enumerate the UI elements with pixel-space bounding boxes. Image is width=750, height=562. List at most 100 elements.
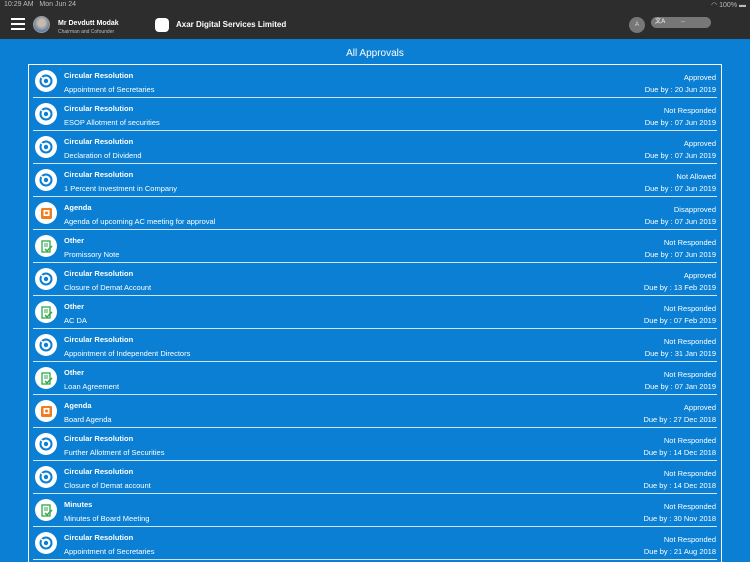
approval-status: Not Responded [663,436,716,445]
circular-icon [35,169,57,191]
approval-due-date: Due by : 31 Jan 2019 [644,349,716,358]
approval-status: Not Responded [663,337,716,346]
agenda-icon [35,202,57,224]
approval-type: Circular Resolution [64,104,134,113]
approval-type: Circular Resolution [64,434,134,443]
approval-title: 1 Percent Investment in Company [64,184,177,193]
status-date: Mon Jun 24 [39,1,77,8]
approval-row[interactable]: Circular Resolution Closure of Demat acc… [33,461,717,494]
approval-due-date: Due by : 14 Dec 2018 [643,481,716,490]
approval-type: Other [64,302,85,311]
user-avatar[interactable] [33,16,50,33]
approval-row[interactable]: Circular Resolution Closure of Demat Acc… [33,263,717,296]
approval-due-date: Due by : 07 Jun 2019 [644,250,716,259]
approval-row[interactable]: Circular Resolution ESOP Allotment of se… [33,98,717,131]
agenda-icon [35,400,57,422]
wifi-icon: ◠ [711,2,718,9]
approval-status: Not Responded [663,304,716,313]
approval-row[interactable]: Other Loan Agreement Not Responded Due b… [33,362,717,395]
approval-row[interactable]: Circular Resolution Appointment of Secre… [33,65,717,98]
language-selector[interactable]: 文A -- [651,17,711,28]
user-role: Chairman and Cofounder [58,29,115,35]
approval-status: Approved [683,73,716,82]
status-bar: 10:29 AM Mon Jun 24 ◠ 100% ▬ [0,0,750,10]
approval-due-date: Due by : 07 Jun 2019 [644,184,716,193]
app-header: Mr Devdutt Modak Chairman and Cofounder … [0,10,750,39]
approval-due-date: Due by : 07 Jun 2019 [644,118,716,127]
battery-level: 100% [719,2,738,9]
approval-type: Other [64,368,85,377]
circular-icon [35,433,57,455]
approval-type: Circular Resolution [64,170,134,179]
other-icon [35,499,57,521]
approval-row[interactable]: Agenda Board Agenda Approved Due by : 27… [33,395,717,428]
approval-row[interactable]: Minutes Minutes of Board Meeting Not Res… [33,494,717,527]
circular-icon [35,532,57,554]
approval-row[interactable]: Circular Resolution Declaration of Divid… [33,131,717,164]
approval-title: Loan Agreement [64,382,120,391]
circular-icon [35,136,57,158]
approval-type: Circular Resolution [64,71,134,80]
approval-type: Agenda [64,401,92,410]
approval-row[interactable]: Circular Resolution 1 Percent Investment… [33,164,717,197]
approval-due-date: Due by : 20 Jun 2019 [644,85,716,94]
approval-due-date: Due by : 30 Nov 2018 [643,514,716,523]
approval-type: Agenda [64,203,92,212]
approval-status: Not Allowed [676,172,716,181]
other-icon [35,235,57,257]
company-name[interactable]: Axar Digital Services Limited [176,20,286,29]
approval-due-date: Due by : 21 Aug 2018 [643,547,716,556]
approval-title: Further Allotment of Securities [64,448,165,457]
approval-title: AC DA [64,316,87,325]
other-icon [35,367,57,389]
circular-icon [35,268,57,290]
approval-title: Minutes of Board Meeting [64,514,150,523]
approval-due-date: Due by : 07 Jan 2019 [644,382,716,391]
approval-row[interactable]: Other AC DA Not Responded Due by : 07 Fe… [33,296,717,329]
battery-icon: ▬ [739,2,746,9]
approval-status: Approved [683,139,716,148]
approval-due-date: Due by : 27 Dec 2018 [643,415,716,424]
approval-title: Appointment of Independent Directors [64,349,191,358]
approval-title: Promissory Note [64,250,120,259]
circular-icon [35,70,57,92]
approval-status: Approved [683,271,716,280]
approval-type: Circular Resolution [64,335,134,344]
circular-icon [35,334,57,356]
circular-icon [35,466,57,488]
approval-row[interactable]: Circular Resolution Appointment of Indep… [33,329,717,362]
approval-due-date: Due by : 07 Jun 2019 [644,151,716,160]
approval-status: Not Responded [663,106,716,115]
page-title: All Approvals [346,48,404,59]
approval-status: Not Responded [663,370,716,379]
approval-type: Other [64,236,85,245]
approval-row[interactable]: Circular Resolution Appointment of Secre… [33,527,717,560]
approval-type: Circular Resolution [64,533,134,542]
approval-status: Not Responded [663,535,716,544]
approval-title: Board Agenda [64,415,112,424]
approval-title: Appointment of Secretaries [64,547,155,556]
approval-status: Approved [683,403,716,412]
approvals-list: Circular Resolution Appointment of Secre… [28,64,722,562]
approval-title: Closure of Demat Account [64,283,152,292]
approval-title: Closure of Demat account [64,481,151,490]
approval-title: ESOP Allotment of securities [64,118,160,127]
user-name: Mr Devdutt Modak [58,20,119,27]
approval-row[interactable]: Other Promissory Note Not Responded Due … [33,230,717,263]
approval-title: Agenda of upcoming AC meeting for approv… [64,217,216,226]
circular-icon [35,103,57,125]
approval-row[interactable]: Circular Resolution Further Allotment of… [33,428,717,461]
approval-status: Disapproved [673,205,716,214]
approval-due-date: Due by : 07 Jun 2019 [644,217,716,226]
profile-button[interactable]: A [629,17,645,33]
approval-status: Not Responded [663,469,716,478]
approval-type: Circular Resolution [64,269,134,278]
company-logo [155,18,169,32]
approval-status: Not Responded [663,238,716,247]
approval-row[interactable]: Agenda Agenda of upcoming AC meeting for… [33,197,717,230]
approval-due-date: Due by : 07 Feb 2019 [643,316,716,325]
approval-title: Appointment of Secretaries [64,85,155,94]
translate-icon: 文A [655,19,666,25]
approval-due-date: Due by : 13 Feb 2019 [643,283,716,292]
hamburger-menu-icon[interactable] [11,18,25,30]
